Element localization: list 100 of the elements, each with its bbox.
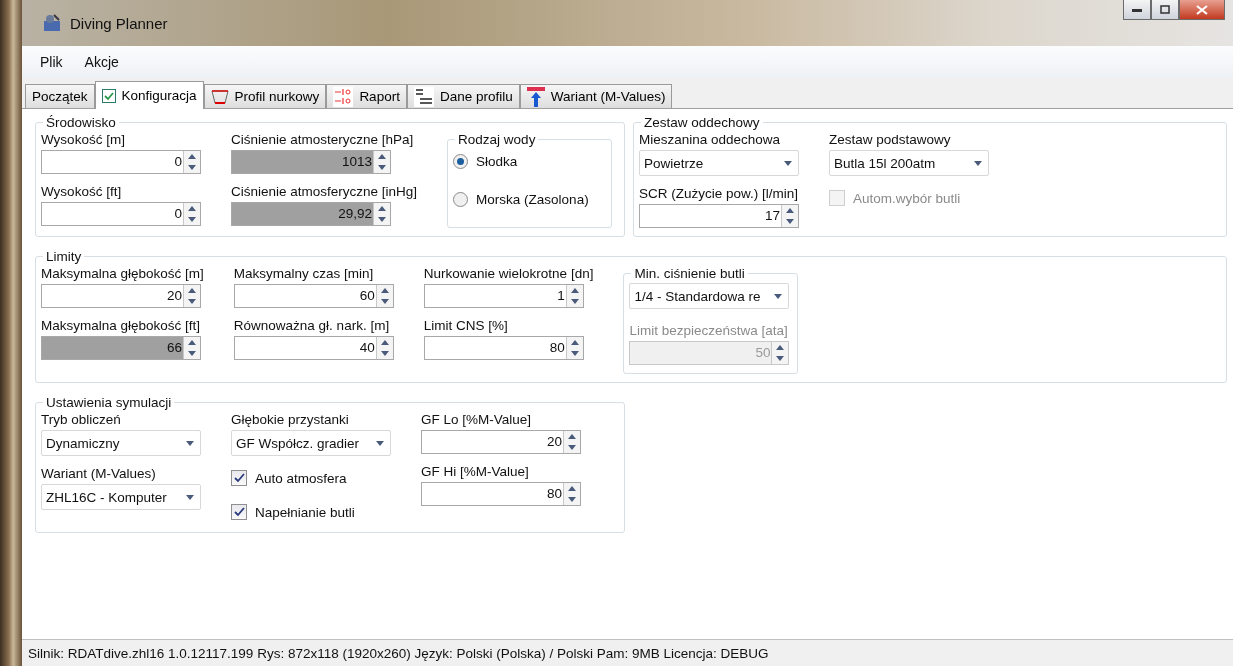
- caret-icon: [186, 440, 194, 446]
- group-title: Zestaw oddechowy: [643, 115, 761, 130]
- up-arrow-icon: [570, 340, 579, 345]
- up-arrow-icon: [568, 434, 576, 439]
- tab[interactable]: Konfiguracja: [94, 81, 204, 109]
- number-field[interactable]: 66: [41, 336, 201, 360]
- group-title: Min. ciśnienie butli: [633, 266, 746, 281]
- checkbox-label: Autom.wybór butli: [853, 190, 961, 206]
- field-label: GF Lo [%M-Value]: [421, 412, 533, 427]
- up-arrow-icon: [570, 288, 579, 293]
- checkbox-label: Auto atmosfera: [255, 470, 347, 486]
- field-label: Limit bezpieczeństwa [ata]: [629, 323, 789, 338]
- field-label: Maksymalny czas [min]: [233, 266, 375, 281]
- field-label: Ciśnienie atmosteryczne [hPa]: [231, 132, 415, 147]
- number-field[interactable]: 40: [233, 336, 394, 360]
- down-arrow-icon: [380, 299, 389, 304]
- caret-icon: [376, 440, 384, 446]
- status-text: Silnik: RDATdive.zhl16 1.0.12117.199 Rys: 872x118 (1920x260) Język: Polski (Polska) / Polski Pam: 9MB Licencja: DEBUG: [22, 639, 1233, 666]
- window-title: Diving Planner: [70, 14, 168, 32]
- field-label: Maksymalna głębokość [ft]: [41, 318, 202, 333]
- down-arrow-icon: [188, 165, 196, 170]
- up-arrow-icon: [380, 340, 389, 345]
- field-label: Ciśnienie atmosferyczne [inHg]: [231, 184, 418, 199]
- report-icon: [333, 86, 354, 107]
- number-field[interactable]: 20: [421, 430, 581, 454]
- field-label: Wysokość [m]: [41, 132, 126, 147]
- down-arrow-icon: [786, 219, 794, 224]
- field-label: Głębokie przystanki: [231, 412, 350, 427]
- number-field[interactable]: 80: [421, 482, 581, 506]
- number-field[interactable]: 29,92: [231, 202, 391, 226]
- down-arrow-icon: [776, 356, 785, 361]
- group-title: Środowisko: [45, 115, 117, 130]
- dropdown[interactable]: GF Współcz. gradier: [231, 430, 391, 456]
- minimize-button[interactable]: [1123, 0, 1151, 20]
- field-label: Równoważna gł. nark. [m]: [233, 318, 391, 333]
- number-field[interactable]: 60: [233, 284, 394, 308]
- checkbox-label: Napełnianie butli: [255, 504, 355, 520]
- down-arrow-icon: [188, 351, 196, 356]
- field-label: SCR (Zużycie pow.) [l/min]: [639, 186, 799, 201]
- radio-label: Słodka: [476, 153, 518, 169]
- down-arrow-icon: [568, 445, 576, 450]
- up-arrow-icon: [188, 340, 196, 345]
- tab[interactable]: Początek: [25, 84, 95, 108]
- radio-button[interactable]: [453, 191, 469, 207]
- up-arrow-icon: [786, 208, 794, 213]
- dropdown[interactable]: Butla 15l 200atm: [829, 150, 989, 176]
- up-arrow-icon: [378, 206, 386, 211]
- caret-icon: [784, 160, 792, 166]
- field-label: Wysokość [ft]: [41, 184, 123, 199]
- down-arrow-icon: [568, 497, 576, 502]
- checkbox[interactable]: [231, 470, 247, 486]
- caret-icon: [774, 293, 783, 299]
- caret-icon: [186, 494, 194, 500]
- numbers-icon: [413, 86, 434, 107]
- up-arrow-icon: [568, 486, 576, 491]
- dropdown[interactable]: 1/4 - Standardowa re: [629, 283, 790, 309]
- tab[interactable]: Wariant (M-Values): [519, 84, 673, 108]
- dropdown[interactable]: Powietrze: [639, 150, 799, 176]
- number-field[interactable]: 0: [41, 202, 201, 226]
- number-field[interactable]: 20: [41, 284, 201, 308]
- dropdown[interactable]: ZHL16C - Komputer: [41, 484, 201, 510]
- up-arrow-icon: [380, 288, 389, 293]
- down-arrow-icon: [570, 351, 579, 356]
- arrow-icon: [526, 86, 545, 107]
- number-field[interactable]: 17: [639, 204, 799, 228]
- radio-label: Morska (Zasolona): [476, 191, 589, 207]
- menu-item[interactable]: Akcje: [76, 50, 127, 74]
- app-icon: [42, 13, 62, 33]
- field-label: GF Hi [%M-Value]: [421, 464, 530, 479]
- group-title: Limity: [45, 249, 83, 264]
- minimize-icon: [1132, 7, 1142, 12]
- down-arrow-icon: [378, 165, 386, 170]
- field-label: Wariant (M-Values): [41, 466, 157, 481]
- tab[interactable]: Dane profilu: [406, 84, 520, 108]
- tab[interactable]: Raport: [326, 84, 407, 108]
- up-arrow-icon: [188, 154, 196, 159]
- up-arrow-icon: [378, 154, 386, 159]
- profile-icon: [210, 88, 229, 105]
- close-button[interactable]: [1179, 0, 1225, 20]
- up-arrow-icon: [776, 345, 785, 350]
- number-field[interactable]: 0: [41, 150, 201, 174]
- checkbox[interactable]: [231, 504, 247, 520]
- field-label: Nurkowanie wielokrotne [dn]: [423, 266, 594, 281]
- field-label: Maksymalna głębokość [m]: [41, 266, 204, 281]
- close-icon: [1196, 4, 1208, 15]
- down-arrow-icon: [570, 299, 579, 304]
- number-field[interactable]: 80: [423, 336, 584, 360]
- maximize-button[interactable]: [1151, 0, 1179, 20]
- menu-item[interactable]: Plik: [32, 50, 71, 74]
- dropdown[interactable]: Dynamiczny: [41, 430, 201, 456]
- checkbox-icon: [101, 88, 116, 103]
- down-arrow-icon: [188, 217, 196, 222]
- number-field[interactable]: 1: [423, 284, 584, 308]
- radio-button[interactable]: [453, 153, 469, 169]
- down-arrow-icon: [378, 217, 386, 222]
- group-title: Ustawienia symulacji: [45, 395, 173, 410]
- tab[interactable]: Profil nurkowy: [203, 84, 327, 108]
- number-field[interactable]: 1013: [231, 150, 391, 174]
- up-arrow-icon: [188, 206, 196, 211]
- maximize-icon: [1160, 5, 1170, 14]
